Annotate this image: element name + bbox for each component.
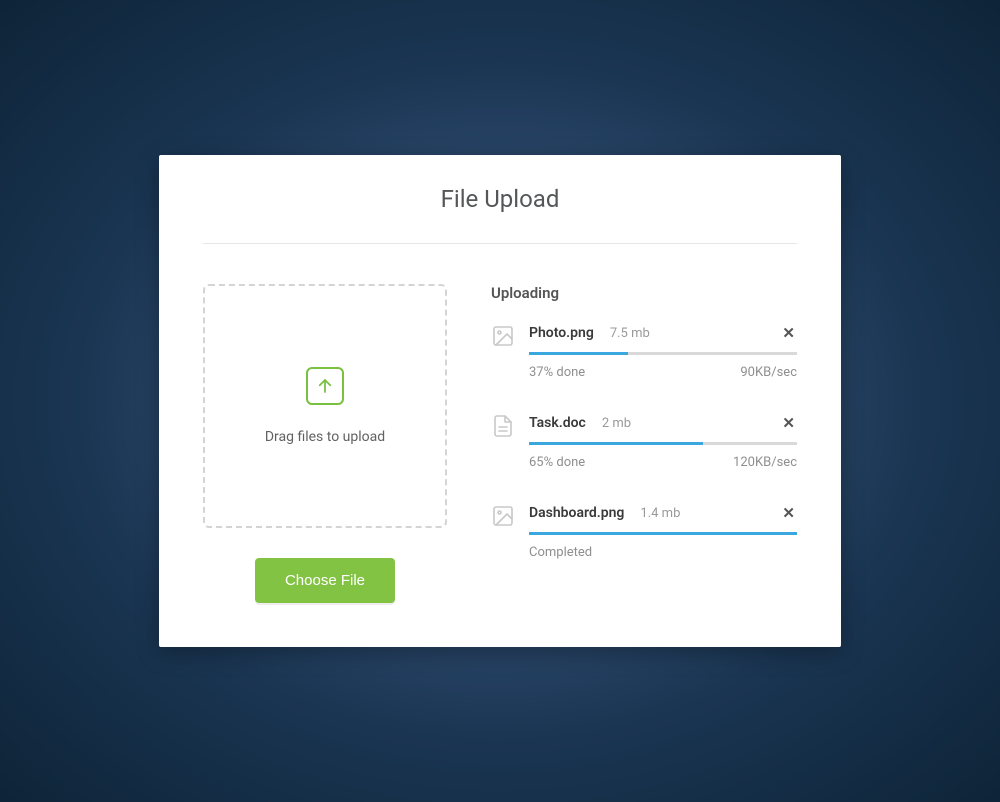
close-icon[interactable]: ✕	[780, 504, 797, 522]
upload-item: Photo.png 7.5 mb ✕ 37% done 90KB/sec	[491, 324, 797, 380]
file-list: Photo.png 7.5 mb ✕ 37% done 90KB/sec Task.doc…	[491, 324, 797, 560]
file-name: Photo.png	[529, 325, 594, 341]
document-icon	[491, 414, 515, 438]
progress-text: 65% done	[529, 455, 585, 470]
speed-text: 90KB/sec	[740, 365, 797, 380]
file-body: Dashboard.png 1.4 mb ✕ Completed	[529, 504, 797, 560]
choose-file-button[interactable]: Choose File	[255, 558, 395, 603]
file-size: 7.5 mb	[610, 326, 650, 341]
file-body: Photo.png 7.5 mb ✕ 37% done 90KB/sec	[529, 324, 797, 380]
close-icon[interactable]: ✕	[780, 414, 797, 432]
divider	[203, 243, 797, 244]
image-icon	[491, 504, 515, 528]
upload-item: Task.doc 2 mb ✕ 65% done 120KB/sec	[491, 414, 797, 470]
page-title: File Upload	[203, 185, 797, 213]
progress-bar	[529, 532, 797, 535]
file-header: Dashboard.png 1.4 mb ✕	[529, 504, 797, 522]
file-name: Dashboard.png	[529, 505, 624, 521]
dropzone-label: Drag files to upload	[265, 429, 385, 445]
file-header: Photo.png 7.5 mb ✕	[529, 324, 797, 342]
progress-bar	[529, 442, 797, 445]
speed-text: 120KB/sec	[733, 455, 797, 470]
image-icon	[491, 324, 515, 348]
status-text: Completed	[529, 545, 592, 560]
file-body: Task.doc 2 mb ✕ 65% done 120KB/sec	[529, 414, 797, 470]
file-size: 1.4 mb	[640, 506, 680, 521]
progress-text: 37% done	[529, 365, 585, 380]
upload-card: File Upload Drag files to upload Choose …	[159, 155, 841, 647]
upload-item: Dashboard.png 1.4 mb ✕ Completed	[491, 504, 797, 560]
file-size: 2 mb	[602, 416, 631, 431]
upload-icon	[306, 367, 344, 405]
right-column: Uploading Photo.png 7.5 mb ✕ 37% done 90KB/s…	[491, 284, 797, 603]
uploading-heading: Uploading	[491, 284, 797, 302]
dropzone[interactable]: Drag files to upload	[203, 284, 447, 528]
file-header: Task.doc 2 mb ✕	[529, 414, 797, 432]
progress-bar	[529, 352, 797, 355]
file-name: Task.doc	[529, 415, 586, 431]
close-icon[interactable]: ✕	[780, 324, 797, 342]
left-column: Drag files to upload Choose File	[203, 284, 447, 603]
layout: Drag files to upload Choose File Uploadi…	[203, 284, 797, 603]
